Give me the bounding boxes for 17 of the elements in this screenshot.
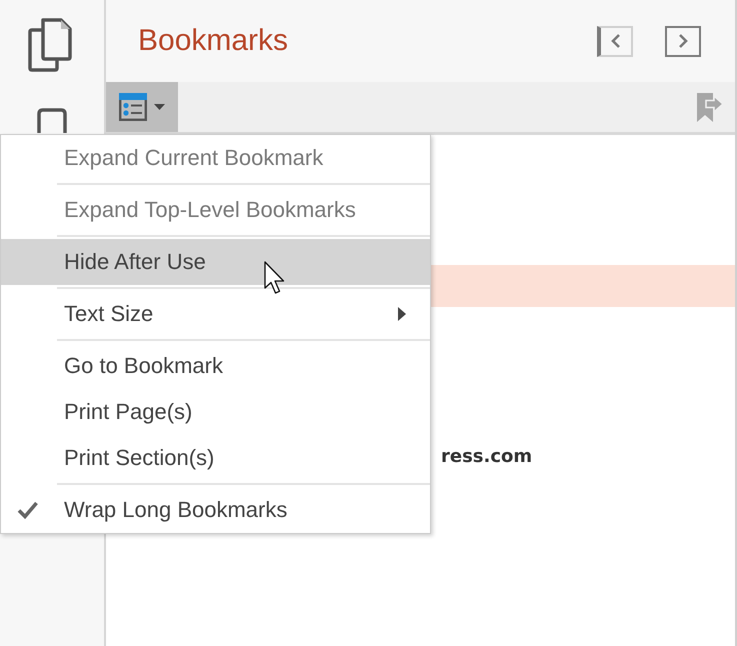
page-outline-icon[interactable] bbox=[37, 108, 67, 133]
mouse-pointer-icon bbox=[264, 261, 286, 295]
chevron-left-icon bbox=[611, 34, 621, 48]
menu-item[interactable]: Wrap Long Bookmarks bbox=[1, 487, 430, 533]
menu-item[interactable]: Go to Bookmark bbox=[1, 343, 430, 389]
menu-item[interactable]: Text Size bbox=[1, 291, 430, 337]
list-window-icon bbox=[119, 93, 147, 121]
bookmark-arrow-icon[interactable] bbox=[697, 93, 724, 122]
menu-item[interactable]: Hide After Use bbox=[1, 239, 430, 285]
next-button[interactable] bbox=[665, 26, 701, 56]
menu-item[interactable]: Print Page(s) bbox=[1, 389, 430, 435]
panel-title: Bookmarks bbox=[138, 26, 288, 56]
list-options-button[interactable] bbox=[106, 82, 178, 132]
menu-item[interactable]: Print Section(s) bbox=[1, 435, 430, 481]
chevron-right-icon bbox=[678, 34, 688, 48]
copy-pages-icon[interactable] bbox=[28, 18, 72, 72]
caret-icon bbox=[154, 104, 165, 110]
